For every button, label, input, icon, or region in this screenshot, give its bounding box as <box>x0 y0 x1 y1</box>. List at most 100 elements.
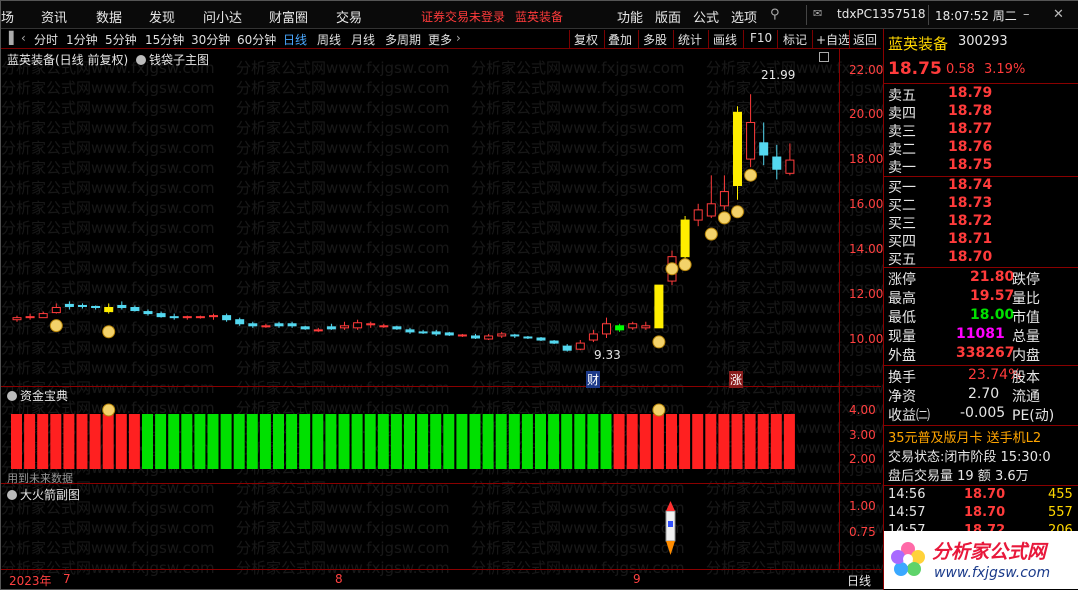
menu-item-discover[interactable]: 发现 <box>149 7 175 26</box>
capital-bar <box>220 414 232 469</box>
limit-up-flag[interactable]: 涨 <box>729 371 744 388</box>
capital-bar <box>155 414 167 469</box>
back-button[interactable]: 返回 <box>853 31 877 48</box>
tab-daily[interactable]: 日线 <box>283 31 307 48</box>
ask-row[interactable]: 卖二 18.76 <box>884 139 1078 158</box>
candle-body <box>340 325 349 329</box>
capital-bar <box>142 414 153 469</box>
y-tick: 14.00 <box>849 242 884 256</box>
tab-1min[interactable]: 1分钟 <box>66 31 98 48</box>
sub2-indicator-name[interactable]: 大火箭副图 <box>20 488 80 502</box>
bid-row[interactable]: 买二 18.73 <box>884 195 1078 214</box>
bid-row[interactable]: 买五 18.70 <box>884 249 1078 268</box>
candle-body <box>706 203 716 217</box>
search-icon[interactable]: ⚲ <box>770 7 780 22</box>
message-icon[interactable]: ✉ <box>813 7 822 20</box>
pct-change: 3.19% <box>984 62 1026 77</box>
capital-bar <box>325 414 337 469</box>
bid-row[interactable]: 买三 18.72 <box>884 213 1078 232</box>
multi-stock-button[interactable]: 多股 <box>643 31 667 48</box>
stock-name-link[interactable]: 蓝英装备 <box>515 8 563 25</box>
close-icon[interactable]: ✕ <box>1053 7 1064 22</box>
menu-item-market[interactable]: 场 <box>1 7 14 26</box>
sidebar-toggle-icon[interactable]: ▌ <box>9 31 18 45</box>
low-price-label: 9.33 <box>594 348 621 362</box>
chart-area[interactable]: 分析家公式网www.fxjgsw.com 分析家公式网www.fxjgsw.com… <box>1 49 920 577</box>
stock-name: 蓝英装备 <box>888 35 949 53</box>
tab-15min[interactable]: 15分钟 <box>145 31 184 48</box>
capital-bar <box>443 414 455 469</box>
tab-monthly[interactable]: 月线 <box>351 31 375 48</box>
candle-body <box>169 316 179 319</box>
stats-button[interactable]: 统计 <box>678 31 702 48</box>
candle-body <box>431 331 441 335</box>
overlay-button[interactable]: 叠加 <box>608 31 632 48</box>
menu-layout[interactable]: 版面 <box>655 7 681 26</box>
ask-row[interactable]: 卖三 18.77 <box>884 121 1078 140</box>
gear-icon[interactable] <box>7 391 17 401</box>
capital-bar <box>50 414 62 469</box>
stat-value: 338267 <box>956 345 1015 361</box>
menu-item-trade[interactable]: 交易 <box>336 7 362 26</box>
finance-flag[interactable]: 财 <box>586 371 601 388</box>
tab-weekly[interactable]: 周线 <box>317 31 341 48</box>
chevron-left-icon[interactable]: ‹ <box>21 31 26 45</box>
ask-row[interactable]: 卖五 18.79 <box>884 85 1078 104</box>
menu-options[interactable]: 选项 <box>731 7 757 26</box>
stat-label-2: 股本 <box>1012 370 1040 386</box>
candle-body <box>182 316 192 319</box>
capital-bar <box>168 414 180 469</box>
candle-body <box>51 307 61 314</box>
date-axis: 2023年 7 8 9 日线 <box>1 569 881 590</box>
candle-body <box>274 323 284 327</box>
tab-30min[interactable]: 30分钟 <box>191 31 230 48</box>
promo-banner[interactable]: 35元普及版月卡 送手机L2 <box>888 427 1041 446</box>
bid-price: 18.71 <box>948 231 993 247</box>
menu-formula[interactable]: 公式 <box>693 7 719 26</box>
fuquan-button[interactable]: 复权 <box>574 31 598 48</box>
y-tick-sub2: 1.00 <box>849 499 876 513</box>
candle-body <box>759 142 769 156</box>
y-tick: 22.00 <box>849 63 884 77</box>
y-tick: 18.00 <box>849 152 884 166</box>
tab-more[interactable]: 更多 <box>428 31 452 48</box>
ask-price: 18.78 <box>948 103 993 119</box>
period-toolbar: ▌ ‹ 分时 1分钟 5分钟 15分钟 30分钟 60分钟 日线 周线 月线 多… <box>1 29 881 49</box>
stat-value: 21.80 <box>970 269 1015 285</box>
mark-button[interactable]: 标记 <box>783 31 807 48</box>
clock: 18:07:52 周二 <box>935 9 1017 23</box>
ask-row[interactable]: 卖四 18.78 <box>884 103 1078 122</box>
month-label: 8 <box>335 572 343 586</box>
menu-item-wenxiaoda[interactable]: 问小达 <box>203 7 242 26</box>
tab-fenshi[interactable]: 分时 <box>34 31 58 48</box>
tab-60min[interactable]: 60分钟 <box>237 31 276 48</box>
tab-5min[interactable]: 5分钟 <box>105 31 137 48</box>
menu-item-news[interactable]: 资讯 <box>41 7 67 26</box>
capital-bar <box>115 414 127 469</box>
draw-button[interactable]: 画线 <box>713 31 737 48</box>
logo-text: 分析家公式网 <box>932 541 1047 563</box>
bid-row[interactable]: 买一 18.74 <box>884 177 1078 196</box>
divider <box>812 30 813 48</box>
menu-item-wealth[interactable]: 财富圈 <box>269 7 308 26</box>
tab-multi-period[interactable]: 多周期 <box>385 31 421 48</box>
menu-function[interactable]: 功能 <box>617 7 643 26</box>
stat-label: 外盘 <box>888 348 916 364</box>
period-button[interactable]: 日线 <box>847 572 871 589</box>
app-window: 场 资讯 数据 发现 问小达 财富圈 交易 证券交易未登录 蓝英装备 功能 版面… <box>0 0 1078 590</box>
money-bag-icon <box>665 262 679 276</box>
f10-button[interactable]: F10 <box>750 31 772 45</box>
capital-bar <box>76 414 88 469</box>
candle-body <box>602 323 611 335</box>
gear-icon[interactable] <box>7 490 17 500</box>
ask-row[interactable]: 卖一 18.75 <box>884 157 1078 176</box>
future-data-note: 用到未来数据 <box>7 472 73 485</box>
candle-body <box>523 336 533 339</box>
menu-item-data[interactable]: 数据 <box>96 7 122 26</box>
login-warning[interactable]: 证券交易未登录 <box>421 8 505 25</box>
sub1-indicator-name[interactable]: 资金宝典 <box>20 389 68 403</box>
minimize-icon[interactable]: – <box>1023 7 1030 22</box>
stat-value: 19.57 <box>970 288 1015 304</box>
add-favorite-button[interactable]: +自选 <box>816 31 850 48</box>
bid-row[interactable]: 买四 18.71 <box>884 231 1078 250</box>
